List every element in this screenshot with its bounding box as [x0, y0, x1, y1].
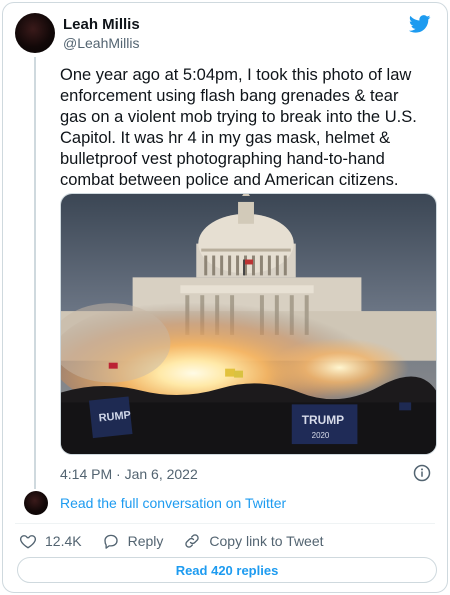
author-handle[interactable]: @LeahMillis	[63, 35, 139, 51]
info-icon[interactable]	[413, 464, 431, 482]
tweet-text-line: bulletproof vest photographing hand-to-h…	[60, 150, 385, 168]
tweet-actions: 12.4K Reply Copy link to Tweet	[19, 532, 344, 550]
copy-link-label: Copy link to Tweet	[209, 533, 324, 549]
reply-label: Reply	[127, 533, 164, 549]
author-avatar[interactable]	[15, 13, 55, 53]
tweet-card: Leah Millis @LeahMillis One year ago at …	[2, 2, 448, 593]
conversation-avatar[interactable]	[24, 491, 48, 515]
tweet-photo[interactable]: RUMP TRUMP 2020	[60, 193, 437, 455]
tweet-text-line: combat between police and American citiz…	[60, 171, 399, 189]
link-icon	[185, 534, 200, 548]
twitter-bird-icon[interactable]	[409, 15, 431, 33]
reply-icon	[103, 534, 118, 549]
copy-link-button[interactable]: Copy link to Tweet	[183, 532, 324, 550]
reply-button[interactable]: Reply	[102, 532, 164, 550]
like-button[interactable]: 12.4K	[19, 532, 82, 550]
thread-line	[34, 57, 36, 489]
read-conversation-link[interactable]: Read the full conversation on Twitter	[60, 495, 286, 511]
banner-text: TRUMP	[302, 413, 344, 427]
tweet-text-line: gas on a violent mob trying to break int…	[60, 108, 417, 126]
tweet-text: One year ago at 5:04pm, I took this phot…	[60, 65, 435, 191]
tweet-text-line: One year ago at 5:04pm, I took this phot…	[60, 66, 412, 84]
author-name[interactable]: Leah Millis	[63, 16, 140, 33]
heart-icon	[19, 535, 37, 549]
tweet-text-line: enforcement using flash bang grenades & …	[60, 87, 399, 105]
like-count: 12.4K	[45, 533, 82, 549]
tweet-text-line: Capitol. It was hr 4 in my gas mask, hel…	[60, 129, 391, 147]
read-replies-button[interactable]: Read 420 replies	[17, 557, 437, 583]
banner-text: 2020	[312, 431, 330, 440]
tweet-timestamp[interactable]: 4:14 PM · Jan 6, 2022	[60, 466, 198, 482]
divider	[15, 523, 435, 524]
